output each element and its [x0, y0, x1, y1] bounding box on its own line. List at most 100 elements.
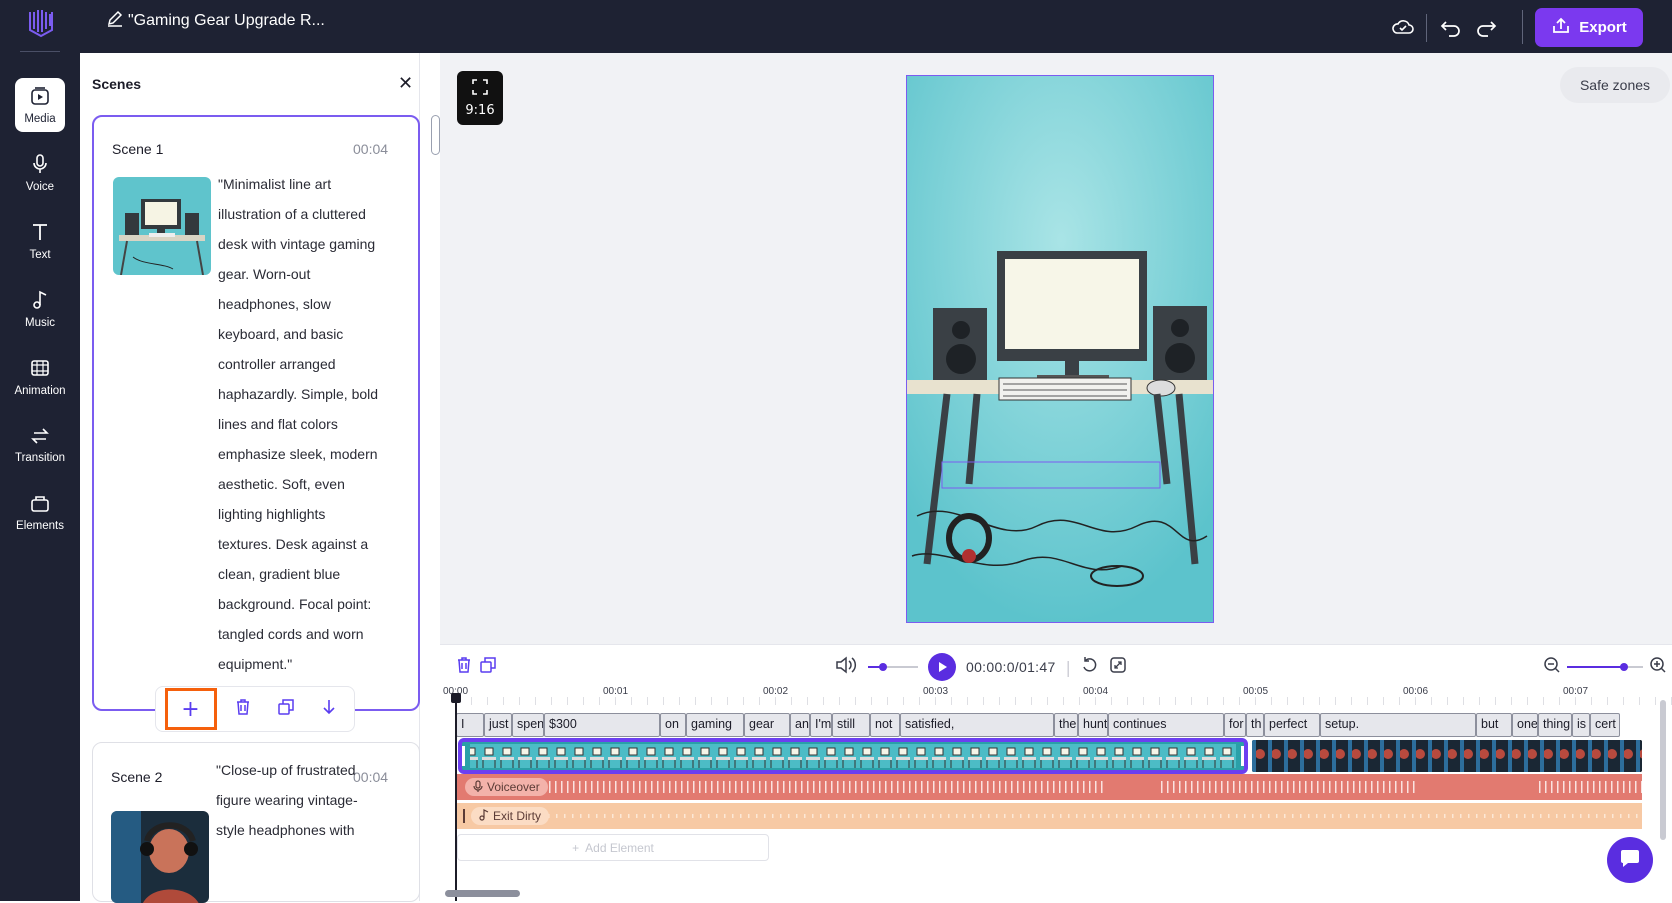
reset-icon[interactable] — [1081, 656, 1099, 678]
aspect-ratio-button[interactable]: 9:16 — [457, 71, 503, 125]
sidebar-item-voice[interactable]: Voice — [15, 146, 65, 200]
scene-description[interactable]: "Close-up of frustrated figure wearing v… — [216, 755, 396, 845]
description-line: "Minimalist line art — [218, 176, 332, 192]
caption-word[interactable]: on — [660, 713, 686, 737]
caption-word[interactable]: cert — [1590, 713, 1620, 737]
sidebar-item-transition[interactable]: Transition — [15, 418, 65, 472]
sidebar-item-elements[interactable]: Elements — [15, 486, 65, 540]
caption-word[interactable]: gaming — [686, 713, 744, 737]
time-tick: 00:07 — [1563, 686, 1589, 697]
sidebar-item-label: Animation — [14, 384, 66, 397]
add-scene-button[interactable]: + — [164, 688, 217, 730]
scene-name: Scene 2 — [111, 769, 163, 785]
video-clip-scene-1[interactable] — [458, 738, 1248, 774]
video-clip-scene-2[interactable] — [1252, 740, 1642, 772]
duplicate-scene-button[interactable] — [269, 692, 303, 726]
caption-word[interactable]: one — [1512, 713, 1538, 737]
caption-word[interactable]: spent — [512, 713, 544, 737]
redo-icon[interactable] — [1473, 14, 1499, 40]
sidebar-item-media[interactable]: Media — [15, 78, 65, 132]
playhead-handle[interactable] — [451, 693, 461, 703]
project-title-text[interactable]: "Gaming Gear Upgrade R... — [128, 12, 325, 30]
play-button[interactable] — [928, 653, 956, 681]
description-line: textures. Desk against a — [218, 536, 369, 552]
volume-slider[interactable] — [868, 658, 918, 677]
caption-word[interactable]: satisfied, — [900, 713, 1054, 737]
caption-word[interactable]: I — [456, 713, 484, 737]
scene-card-1[interactable]: Scene 1 00:04 "Minimalist line art illus… — [92, 115, 420, 711]
close-icon[interactable]: ✕ — [398, 73, 413, 94]
music-track[interactable]: Exit Dirty — [457, 803, 1642, 829]
caption-word[interactable]: hunt — [1078, 713, 1108, 737]
duplicate-icon[interactable] — [479, 656, 497, 678]
project-title[interactable]: "Gaming Gear Upgrade R... — [106, 10, 325, 32]
export-button[interactable]: Export — [1535, 8, 1643, 47]
caption-word[interactable]: continues — [1108, 713, 1224, 737]
caption-word[interactable]: but — [1476, 713, 1512, 737]
timeline-vertical-scrollbar[interactable] — [1660, 700, 1666, 840]
scenes-panel-title: Scenes — [92, 76, 142, 92]
scene-card-2[interactable]: Scene 2 00:04 "Close-up of frustrated fi… — [92, 742, 420, 903]
voiceover-track[interactable]: Voiceover — [457, 774, 1642, 800]
trash-icon[interactable] — [455, 656, 473, 678]
sidebar-item-text[interactable]: Text — [15, 214, 65, 268]
zoom-in-icon[interactable] — [1649, 656, 1667, 678]
caption-word[interactable]: just — [484, 713, 512, 737]
caption-word[interactable]: still — [832, 713, 870, 737]
scene-thumbnail[interactable] — [111, 811, 209, 903]
sidebar-item-label: Voice — [25, 180, 55, 193]
delete-scene-button[interactable] — [226, 692, 260, 726]
arrow-down-icon — [321, 698, 337, 720]
caption-word[interactable]: th — [1246, 713, 1264, 737]
caption-word[interactable]: an — [790, 713, 810, 737]
scenes-scrollbar[interactable] — [431, 115, 440, 155]
logo-icon[interactable] — [28, 8, 54, 38]
cloud-sync-icon[interactable] — [1390, 14, 1416, 40]
undo-icon[interactable] — [1438, 14, 1464, 40]
scene-thumbnail[interactable] — [113, 177, 211, 275]
plus-icon: + — [181, 696, 200, 722]
sidebar-item-music[interactable]: Music — [15, 282, 65, 336]
caption-word[interactable]: not — [870, 713, 900, 737]
description-line: equipment." — [218, 656, 293, 672]
volume-icon[interactable] — [834, 655, 858, 679]
move-scene-down-button[interactable] — [312, 692, 346, 726]
zoom-slider[interactable] — [1567, 658, 1643, 677]
caption-word[interactable]: I'm — [810, 713, 832, 737]
time-tick: 00:04 — [1083, 686, 1109, 697]
sidebar-item-label: Music — [24, 316, 56, 329]
elements-icon — [30, 495, 50, 516]
playhead[interactable] — [455, 696, 457, 901]
safe-zones-button[interactable]: Safe zones — [1560, 67, 1670, 103]
voiceover-chip[interactable]: Voiceover — [465, 778, 548, 796]
caption-word[interactable]: $300 — [544, 713, 660, 737]
timeline-tools — [455, 656, 497, 678]
pencil-icon[interactable] — [106, 10, 124, 33]
scene-toolbar: + — [155, 686, 355, 732]
caption-word[interactable]: the — [1054, 713, 1078, 737]
caption-word[interactable]: setup. — [1320, 713, 1476, 737]
divider: | — [1065, 657, 1071, 677]
description-line: style headphones with — [216, 822, 355, 838]
add-element-button[interactable]: + Add Element — [457, 834, 769, 861]
sidebar-item-label: Text — [29, 248, 51, 261]
caption-word[interactable]: gear — [744, 713, 790, 737]
sidebar-item-label: Media — [24, 112, 56, 125]
export-icon — [1551, 17, 1571, 39]
music-chip[interactable]: Exit Dirty — [471, 807, 549, 825]
scene-description[interactable]: "Minimalist line art illustration of a c… — [218, 169, 398, 679]
timeline-scrollbar[interactable] — [445, 890, 520, 897]
timeline-ruler[interactable] — [455, 697, 1672, 705]
fit-screen-icon[interactable] — [1109, 656, 1127, 678]
chat-support-button[interactable] — [1607, 837, 1653, 883]
zoom-out-icon[interactable] — [1543, 656, 1561, 678]
time-tick: 00:03 — [923, 686, 949, 697]
caption-word[interactable]: is — [1572, 713, 1590, 737]
export-label[interactable]: Export — [1579, 19, 1627, 36]
caption-word[interactable]: perfect — [1264, 713, 1320, 737]
caption-word[interactable]: for — [1224, 713, 1246, 737]
video-preview[interactable] — [906, 75, 1214, 623]
sidebar-item-animation[interactable]: Animation — [14, 350, 66, 404]
description-line: keyboard, and basic — [218, 326, 344, 342]
caption-word[interactable]: thing — [1538, 713, 1572, 737]
